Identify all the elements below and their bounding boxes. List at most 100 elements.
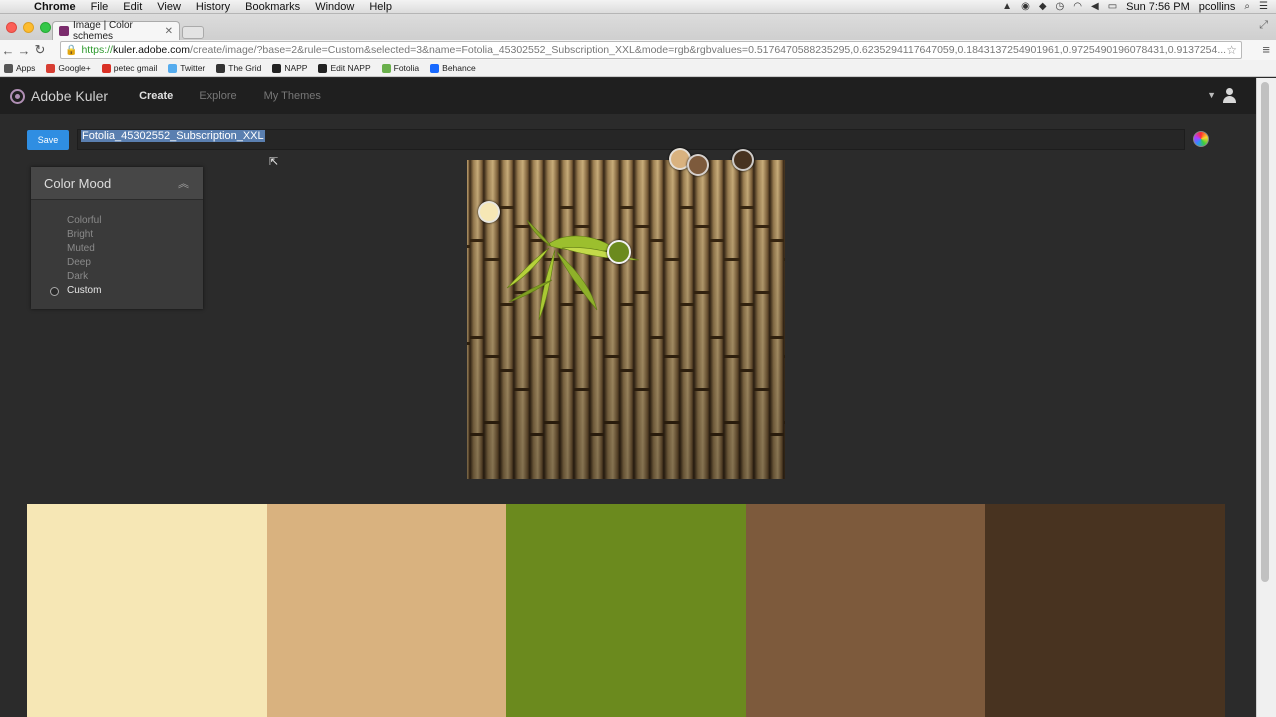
window-controls xyxy=(6,22,51,33)
menu-view[interactable]: View xyxy=(157,1,181,13)
menu-history[interactable]: History xyxy=(196,1,230,13)
mood-custom-label: Custom xyxy=(67,285,102,296)
behance-icon xyxy=(430,63,440,73)
bookmark-item[interactable]: Apps xyxy=(4,63,35,73)
forward-arrow-icon[interactable]: → xyxy=(16,43,32,58)
grid-icon xyxy=(216,63,226,73)
lock-icon: 🔒 xyxy=(65,44,78,56)
theme-name-text: Fotolia_45302552_Subscription_XXL xyxy=(81,130,265,142)
mac-menu-bar: Chrome File Edit View History Bookmarks … xyxy=(0,0,1276,14)
new-tab-button[interactable] xyxy=(182,26,204,39)
kuler-logo-icon[interactable] xyxy=(10,88,25,104)
menu-window[interactable]: Window xyxy=(315,1,354,13)
color-mood-panel: Color Mood ︽ Colorful Bright Muted Deep … xyxy=(31,167,203,309)
bookmark-item[interactable]: Fotolia xyxy=(381,63,419,73)
zoom-window-icon[interactable] xyxy=(40,22,51,33)
theme-name-field[interactable]: Fotolia_45302552_Subscription_XXL xyxy=(77,129,1185,150)
user-menu[interactable]: ▼ xyxy=(1207,88,1236,103)
url-path: /create/image/?base=2&rule=Custom&select… xyxy=(190,44,1227,56)
chrome-menu-icon[interactable]: ≡ xyxy=(1262,42,1270,57)
source-image[interactable] xyxy=(467,160,785,479)
fullscreen-icon[interactable]: ⤢ xyxy=(1259,19,1268,32)
swatch-1[interactable] xyxy=(27,504,267,717)
collapse-chevron-icon[interactable]: ︽ xyxy=(178,175,189,191)
color-mood-title: Color Mood xyxy=(44,175,112,191)
reload-icon[interactable]: ↻ xyxy=(32,42,48,58)
menu-clock[interactable]: Sun 7:56 PM xyxy=(1126,1,1190,13)
swatch-3[interactable] xyxy=(506,504,746,717)
page-scrollbar[interactable] xyxy=(1256,78,1276,717)
volume-icon[interactable]: ◀ xyxy=(1091,1,1099,12)
creative-cloud-icon[interactable]: ◉ xyxy=(1021,1,1030,12)
caret-down-icon: ▼ xyxy=(1207,90,1216,100)
mood-colorful[interactable]: Colorful xyxy=(31,214,203,228)
menu-help[interactable]: Help xyxy=(369,1,392,13)
kuler-header: Adobe Kuler Create Explore My Themes ▼ xyxy=(0,78,1256,114)
google-plus-icon xyxy=(46,63,56,73)
menu-bookmarks[interactable]: Bookmarks xyxy=(245,1,300,13)
bookmark-item[interactable]: Edit NAPP xyxy=(318,63,371,73)
bookmark-label: NAPP xyxy=(284,63,308,73)
bookmark-label: Twitter xyxy=(180,63,206,73)
user-avatar-icon xyxy=(1222,88,1236,103)
close-window-icon[interactable] xyxy=(6,22,17,33)
browser-tab[interactable]: Image | Color schemes ✕ xyxy=(52,20,180,42)
bookmark-label: Edit NAPP xyxy=(330,63,371,73)
wifi-icon[interactable]: ◠ xyxy=(1073,1,1082,12)
timemachine-icon[interactable]: ◷ xyxy=(1056,1,1065,12)
mood-bright[interactable]: Bright xyxy=(31,228,203,242)
bookmark-item[interactable]: The Grid xyxy=(216,63,261,73)
tray-icon[interactable]: ▲ xyxy=(1002,1,1012,12)
mood-radio-icon[interactable] xyxy=(50,287,59,296)
color-picker-4[interactable] xyxy=(687,154,709,176)
menu-file[interactable]: File xyxy=(91,1,109,13)
spotlight-search-icon[interactable]: ⌕ xyxy=(1244,1,1250,12)
color-picker-5[interactable] xyxy=(732,149,754,171)
battery-icon[interactable]: ▭ xyxy=(1108,1,1117,12)
nav-my-themes[interactable]: My Themes xyxy=(264,90,321,102)
bookmark-item[interactable]: Behance xyxy=(430,63,476,73)
notification-center-icon[interactable]: ☰ xyxy=(1259,1,1268,12)
menu-user[interactable]: pcollins xyxy=(1199,1,1236,13)
apps-grid-icon xyxy=(4,63,13,73)
mood-dark[interactable]: Dark xyxy=(31,270,203,284)
bell-icon[interactable]: ◆ xyxy=(1039,1,1047,12)
bookmark-item[interactable]: Twitter xyxy=(168,63,205,73)
nav-explore[interactable]: Explore xyxy=(199,90,236,102)
save-button[interactable]: Save xyxy=(27,130,69,150)
tab-title: Image | Color schemes xyxy=(73,20,133,42)
color-wheel-icon[interactable] xyxy=(1193,131,1209,147)
menu-edit[interactable]: Edit xyxy=(123,1,142,13)
swatch-5[interactable] xyxy=(985,504,1225,717)
back-arrow-icon[interactable]: ← xyxy=(0,43,16,58)
color-picker-1[interactable] xyxy=(478,201,500,223)
bookmark-label: Google+ xyxy=(58,63,91,73)
fotolia-icon xyxy=(381,63,391,73)
swatch-4[interactable] xyxy=(745,504,986,717)
close-tab-icon[interactable]: ✕ xyxy=(165,26,173,37)
bookmark-label: Behance xyxy=(442,63,476,73)
mood-custom[interactable]: Custom xyxy=(31,284,203,298)
swatch-2[interactable] xyxy=(266,504,507,717)
color-mood-header[interactable]: Color Mood ︽ xyxy=(31,167,203,200)
bookmark-item[interactable]: petec gmail xyxy=(101,63,158,73)
mood-muted[interactable]: Muted xyxy=(31,242,203,256)
mood-deep[interactable]: Deep xyxy=(31,256,203,270)
nav-create[interactable]: Create xyxy=(139,90,173,102)
kuler-brand[interactable]: Adobe Kuler xyxy=(31,88,108,104)
bookmark-item[interactable]: Google+ xyxy=(46,63,91,73)
scrollbar-thumb[interactable] xyxy=(1261,82,1269,582)
mood-list: Colorful Bright Muted Deep Dark Custom xyxy=(31,214,203,298)
bookmark-label: petec gmail xyxy=(113,63,158,73)
minimize-window-icon[interactable] xyxy=(23,22,34,33)
twitter-icon xyxy=(168,63,178,73)
bookmark-star-icon[interactable]: ☆ xyxy=(1226,43,1237,57)
menu-app-chrome[interactable]: Chrome xyxy=(34,1,76,13)
color-picker-3[interactable] xyxy=(607,240,631,264)
address-bar[interactable]: 🔒 https:// kuler.adobe.com /create/image… xyxy=(60,41,1242,59)
kuler-favicon-icon xyxy=(59,26,69,36)
theme-swatches xyxy=(27,504,1225,717)
bookmark-label: Apps xyxy=(16,63,36,73)
bookmark-item[interactable]: NAPP xyxy=(272,63,307,73)
bookmark-label: The Grid xyxy=(228,63,262,73)
